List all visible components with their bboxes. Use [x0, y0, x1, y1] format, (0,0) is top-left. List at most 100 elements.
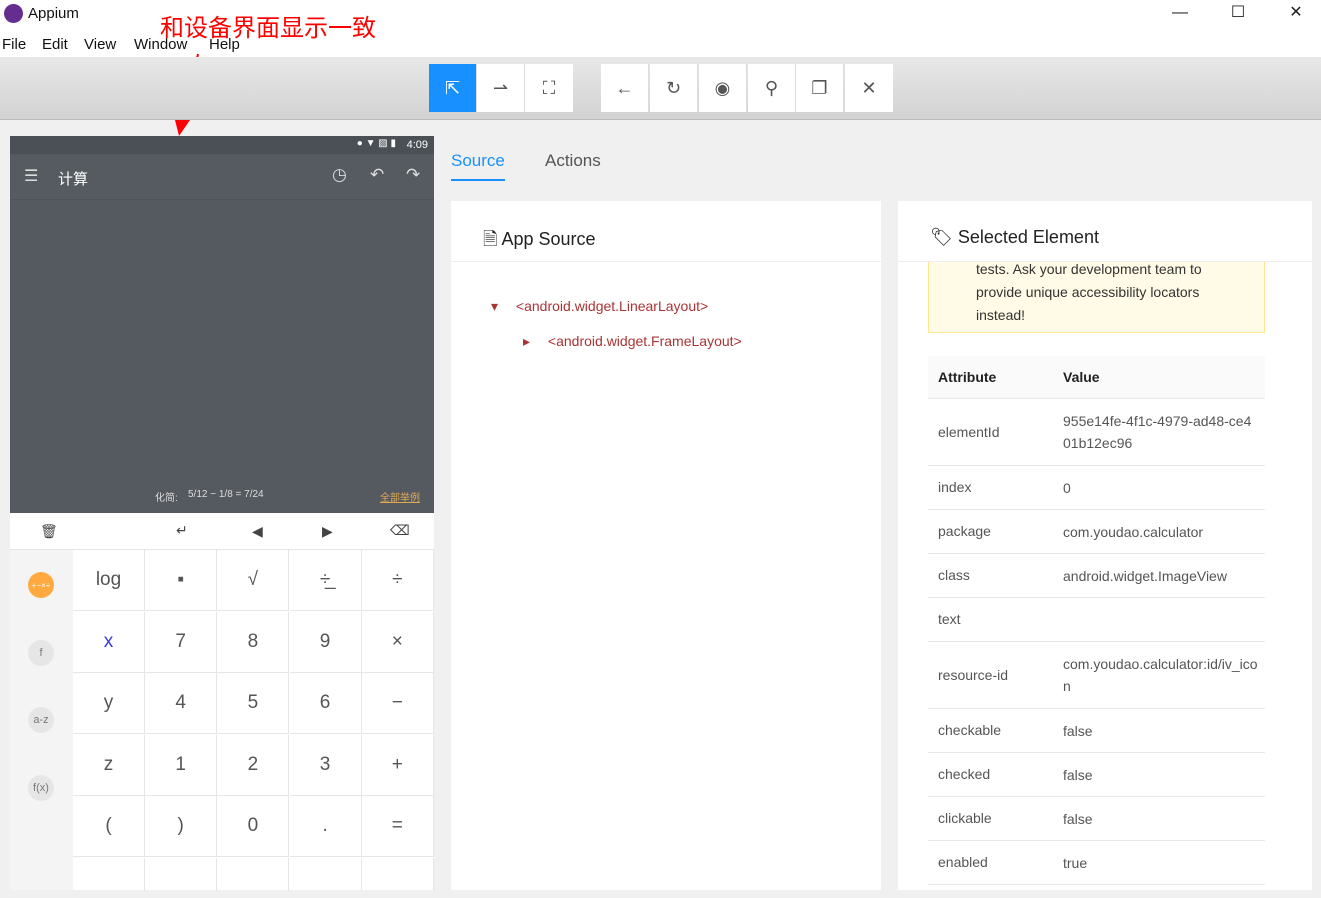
attribute-value[interactable]: 955e14fe-4f1c-4979-ad48-ce401b12ec96	[1063, 410, 1258, 454]
attribute-value[interactable]: 0	[1063, 477, 1258, 499]
app-source-panel: 🗎 App Source ▾ <android.widget.LinearLay…	[451, 201, 881, 890]
tap-by-coordinates-button[interactable]: ⛶	[525, 64, 573, 112]
key-button[interactable]: ÷̲	[289, 550, 362, 611]
key-button[interactable]: .	[289, 796, 362, 858]
keypad-side: +−×÷ f a-z f(x)	[10, 550, 73, 890]
hint-label: 化简:	[155, 493, 178, 504]
attribute-header: Attribute	[938, 369, 997, 385]
key-button[interactable]: 0	[217, 796, 290, 858]
attribute-value[interactable]: false	[1063, 764, 1258, 786]
key-button[interactable]: +	[361, 734, 434, 796]
history-icon[interactable]: ◷	[332, 165, 347, 185]
attribute-name: package	[938, 523, 991, 539]
quit-session-button[interactable]: ✕	[845, 64, 893, 112]
annotation-text: 和设备界面显示一致	[160, 15, 376, 42]
minimize-button[interactable]: —	[1151, 0, 1209, 28]
selected-element-title: Selected Element	[957, 227, 1099, 247]
attribute-name: text	[938, 611, 961, 627]
tab-source[interactable]: Source	[451, 151, 505, 181]
key-button[interactable]: √	[217, 550, 290, 611]
key-button[interactable]: °	[289, 858, 362, 890]
key-button[interactable]: x	[73, 611, 145, 673]
close-button[interactable]: ✕	[1267, 0, 1321, 28]
attribute-value[interactable]: true	[1063, 852, 1258, 874]
key-button[interactable]: )	[145, 796, 218, 858]
attribute-name: enabled	[938, 854, 988, 870]
key-button[interactable]: ∘ / //	[361, 858, 434, 890]
key-button[interactable]: 1	[145, 734, 218, 796]
key-button[interactable]: 4	[145, 673, 218, 735]
device-screenshot[interactable]: ● ▼ ▨ ▮ 4:09 ☰ 计算 ◷ ↶ ↷ 化简: 5/12 − 1/8 =…	[10, 136, 434, 890]
select-elements-button[interactable]: ⇱	[429, 64, 477, 112]
enter-icon[interactable]: ↵	[176, 522, 188, 539]
tab-actions[interactable]: Actions	[545, 151, 601, 171]
status-bar: ● ▼ ▨ ▮ 4:09	[10, 136, 434, 154]
menu-edit[interactable]: Edit	[42, 36, 68, 53]
key-button[interactable]: z	[73, 734, 145, 796]
key-button[interactable]: (	[73, 796, 145, 858]
key-button[interactable]: ÷	[361, 550, 434, 611]
attribute-value[interactable]: false	[1063, 808, 1258, 830]
cursor-right-icon[interactable]: ▶	[322, 523, 333, 540]
key-button[interactable]: y	[73, 673, 145, 735]
key-button[interactable]: 8	[217, 611, 290, 673]
key-button[interactable]: 6	[289, 673, 362, 735]
backspace-icon[interactable]: ⌫	[390, 522, 410, 539]
key-button[interactable]: =	[361, 796, 434, 858]
back-button[interactable]: ←	[601, 64, 649, 112]
key-button[interactable]: log₂	[73, 858, 145, 890]
search-button[interactable]: ⚲	[748, 64, 796, 112]
key-button[interactable]: ×	[361, 611, 434, 673]
key-button[interactable]: 7	[145, 611, 218, 673]
key-button[interactable]: log₁₀	[145, 858, 218, 890]
key-button[interactable]: 9	[289, 611, 362, 673]
attribute-row: checkable false	[928, 709, 1265, 753]
inspector-toolbar: ⇱ ⇀ ⛶ ← ↻ ◉ ⚲ ❐ ✕	[0, 57, 1321, 120]
show-element-button[interactable]: ◉	[699, 64, 747, 112]
attribute-value[interactable]: com.youdao.calculator:id/iv_icon	[1063, 653, 1258, 697]
function-tab[interactable]: f	[28, 640, 54, 666]
attribute-row: index 0	[928, 466, 1265, 510]
key-button[interactable]: ln	[217, 858, 290, 890]
key-button[interactable]: log	[73, 550, 145, 611]
trash-icon[interactable]: 🗑	[40, 523, 58, 540]
attribute-row: text	[928, 598, 1265, 642]
tree-node[interactable]: ▸ <android.widget.FrameLayout>	[523, 333, 742, 350]
cursor-left-icon[interactable]: ◀	[252, 523, 263, 540]
window-title: Appium	[28, 5, 79, 22]
tree-node-label[interactable]: <android.widget.FrameLayout>	[548, 333, 742, 349]
redo-icon[interactable]: ↷	[406, 165, 420, 185]
refresh-button[interactable]: ↻	[650, 64, 698, 112]
basic-ops-tab[interactable]: +−×÷	[28, 572, 54, 598]
copy-xml-button[interactable]: ❐	[796, 64, 844, 112]
tree-node-label[interactable]: <android.widget.LinearLayout>	[516, 298, 708, 314]
alphabet-tab[interactable]: a-z	[28, 707, 54, 733]
all-examples-link[interactable]: 全部举例	[380, 489, 420, 504]
key-button[interactable]: 2	[217, 734, 290, 796]
warning-box: tests. Ask your development team to prov…	[928, 253, 1265, 333]
appium-logo-icon	[4, 4, 23, 23]
tree-node[interactable]: ▾ <android.widget.LinearLayout>	[491, 298, 708, 315]
key-button[interactable]: 5	[217, 673, 290, 735]
fx-tab[interactable]: f(x)	[28, 775, 54, 801]
key-button[interactable]: −	[361, 673, 434, 735]
swipe-button[interactable]: ⇀	[477, 64, 525, 112]
attribute-value[interactable]: android.widget.ImageView	[1063, 565, 1258, 587]
app-title: 计算	[58, 171, 89, 188]
attribute-row: resource-id com.youdao.calculator:id/iv_i…	[928, 642, 1265, 709]
keypad: log▪√÷̲÷ x789× y456− z123+ ()0.= log₂log₁₀ln°…	[73, 550, 434, 890]
input-area[interactable]: 化简: 5/12 − 1/8 = 7/24 全部举例	[10, 200, 434, 513]
menu-icon[interactable]: ☰	[24, 166, 38, 186]
attribute-name: checkable	[938, 722, 1002, 738]
attribute-row: enabled true	[928, 841, 1265, 885]
menu-file[interactable]: File	[2, 36, 26, 53]
value-header: Value	[1063, 369, 1100, 385]
app-source-title: App Source	[501, 229, 596, 249]
key-button[interactable]: ▪	[145, 550, 218, 611]
undo-icon[interactable]: ↶	[370, 165, 384, 185]
maximize-button[interactable]: ☐	[1209, 0, 1267, 28]
menu-view[interactable]: View	[84, 36, 116, 53]
key-button[interactable]: 3	[289, 734, 362, 796]
attribute-value[interactable]: com.youdao.calculator	[1063, 521, 1258, 543]
attribute-value[interactable]: false	[1063, 720, 1258, 742]
